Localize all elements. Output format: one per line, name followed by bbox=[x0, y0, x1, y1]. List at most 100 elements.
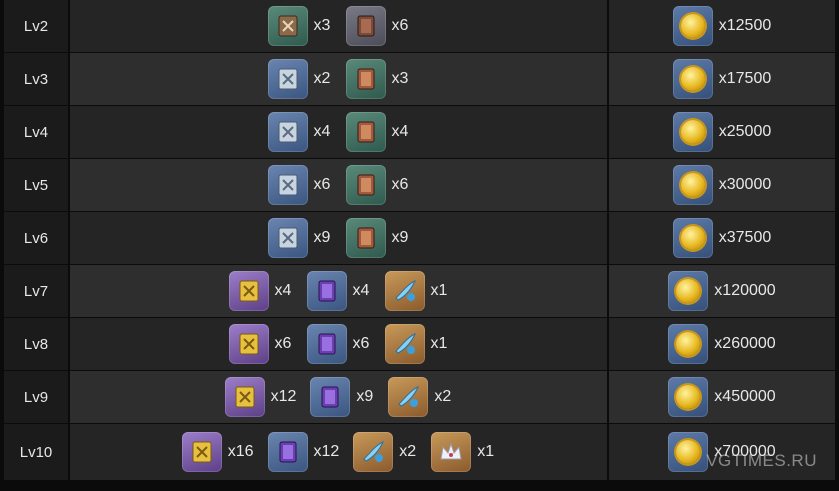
material-item: x9 bbox=[310, 377, 374, 417]
material-item: x6 bbox=[267, 165, 332, 205]
material-quantity: x1 bbox=[430, 335, 448, 352]
crown-of-insight-icon bbox=[431, 432, 472, 472]
material-item: x4 bbox=[228, 271, 293, 311]
material-item: x16 bbox=[181, 432, 254, 472]
level-cell: Lv2 bbox=[4, 0, 70, 52]
material-item: x6 bbox=[228, 324, 293, 364]
level-cell: Lv7 bbox=[4, 265, 70, 317]
materials-cell: x6 x6 bbox=[70, 159, 609, 211]
material-quantity: x12 bbox=[313, 443, 340, 460]
mora-amount: x260000 bbox=[714, 335, 776, 352]
material-item: x4 bbox=[306, 271, 371, 311]
mora-amount: x25000 bbox=[718, 123, 772, 140]
boss-drop-feather-icon bbox=[388, 377, 429, 417]
material-quantity: x4 bbox=[352, 282, 370, 299]
level-cell: Lv8 bbox=[4, 318, 70, 370]
material-item: x1 bbox=[431, 432, 495, 472]
material-item: x3 bbox=[267, 6, 332, 46]
talent-cost-table: Lv2 x3 x6 x12500 Lv3 x2 x3 x17500 Lv4 x4 x4 x25000 L… bbox=[4, 0, 835, 481]
material-item: x1 bbox=[384, 324, 449, 364]
material-quantity: x6 bbox=[391, 176, 409, 193]
material-quantity: x2 bbox=[434, 388, 452, 405]
boss-drop-feather-icon bbox=[353, 432, 394, 472]
slime-secretions-icon bbox=[345, 165, 386, 205]
mora-cost: x120000 bbox=[668, 271, 776, 311]
material-quantity: x4 bbox=[313, 123, 331, 140]
material-quantity: x2 bbox=[313, 70, 331, 87]
level-cell: Lv10 bbox=[4, 424, 70, 480]
level-cell: Lv9 bbox=[4, 371, 70, 423]
material-item: x9 bbox=[345, 218, 410, 258]
mora-cost: x12500 bbox=[672, 6, 772, 46]
slime-secretions-icon bbox=[345, 59, 386, 99]
materials-cell: x6 x6 x1 bbox=[70, 318, 609, 370]
guide-book-blue-icon bbox=[267, 218, 308, 258]
philosophies-book-gold-icon bbox=[228, 324, 269, 364]
materials-cell: x16 x12 x2 x1 bbox=[70, 424, 609, 480]
mora-coin-icon bbox=[672, 218, 713, 258]
mora-amount: x450000 bbox=[714, 388, 776, 405]
table-row: Lv4 x4 x4 x25000 bbox=[4, 106, 835, 159]
level-cell: Lv5 bbox=[4, 159, 70, 211]
mora-amount: x17500 bbox=[718, 70, 772, 87]
materials-cell: x12 x9 x2 bbox=[70, 371, 609, 423]
material-quantity: x12 bbox=[270, 388, 297, 405]
material-item: x4 bbox=[345, 112, 410, 152]
material-item: x9 bbox=[267, 218, 332, 258]
material-quantity: x6 bbox=[391, 17, 409, 34]
mora-cost: x450000 bbox=[668, 377, 776, 417]
level-cell: Lv6 bbox=[4, 212, 70, 264]
mora-cost-cell: x25000 bbox=[609, 106, 835, 158]
level-cell: Lv4 bbox=[4, 106, 70, 158]
table-row: Lv5 x6 x6 x30000 bbox=[4, 159, 835, 212]
material-item: x1 bbox=[384, 271, 449, 311]
philosophies-book-gold-icon bbox=[224, 377, 265, 417]
mora-amount: x30000 bbox=[718, 176, 772, 193]
material-quantity: x6 bbox=[274, 335, 292, 352]
material-item: x4 bbox=[267, 112, 332, 152]
mora-coin-icon bbox=[672, 6, 713, 46]
materials-cell: x9 x9 bbox=[70, 212, 609, 264]
material-quantity: x9 bbox=[391, 229, 409, 246]
mora-amount: x12500 bbox=[718, 17, 772, 34]
materials-cell: x2 x3 bbox=[70, 53, 609, 105]
mora-cost-cell: x120000 bbox=[609, 265, 835, 317]
level-cell: Lv3 bbox=[4, 53, 70, 105]
material-quantity: x1 bbox=[477, 443, 495, 460]
material-item: x2 bbox=[353, 432, 417, 472]
material-quantity: x4 bbox=[274, 282, 292, 299]
materials-cell: x3 x6 bbox=[70, 0, 609, 52]
philosophies-book-gold-icon bbox=[181, 432, 222, 472]
slime-concentrate-icon bbox=[267, 432, 308, 472]
boss-drop-feather-icon bbox=[384, 324, 425, 364]
watermark: VGTIMES.RU bbox=[706, 451, 817, 470]
material-quantity: x16 bbox=[227, 443, 254, 460]
mora-cost-cell: x450000 bbox=[609, 371, 835, 423]
slime-secretions-icon bbox=[345, 112, 386, 152]
slime-concentrate-icon bbox=[306, 324, 347, 364]
mora-coin-icon bbox=[668, 324, 709, 364]
guide-book-blue-icon bbox=[267, 165, 308, 205]
mora-coin-icon bbox=[668, 271, 709, 311]
table-row: Lv6 x9 x9 x37500 bbox=[4, 212, 835, 265]
mora-coin-icon bbox=[672, 59, 713, 99]
mora-coin-icon bbox=[668, 432, 709, 472]
mora-cost: x25000 bbox=[672, 112, 772, 152]
slime-secretions-icon bbox=[345, 218, 386, 258]
table-row: Lv8 x6 x6 x1 x260000 bbox=[4, 318, 835, 371]
material-quantity: x3 bbox=[391, 70, 409, 87]
material-quantity: x2 bbox=[399, 443, 417, 460]
table-row: Lv7 x4 x4 x1 x120000 bbox=[4, 265, 835, 318]
teachings-book-brown-icon bbox=[267, 6, 308, 46]
material-quantity: x1 bbox=[430, 282, 448, 299]
mora-amount: x37500 bbox=[718, 229, 772, 246]
material-item: x6 bbox=[345, 6, 410, 46]
mora-cost: x260000 bbox=[668, 324, 776, 364]
boss-drop-feather-icon bbox=[384, 271, 425, 311]
material-item: x2 bbox=[388, 377, 452, 417]
material-quantity: x4 bbox=[391, 123, 409, 140]
mora-coin-icon bbox=[672, 165, 713, 205]
mora-cost: x17500 bbox=[672, 59, 772, 99]
guide-book-blue-icon bbox=[267, 112, 308, 152]
mora-cost-cell: x260000 bbox=[609, 318, 835, 370]
